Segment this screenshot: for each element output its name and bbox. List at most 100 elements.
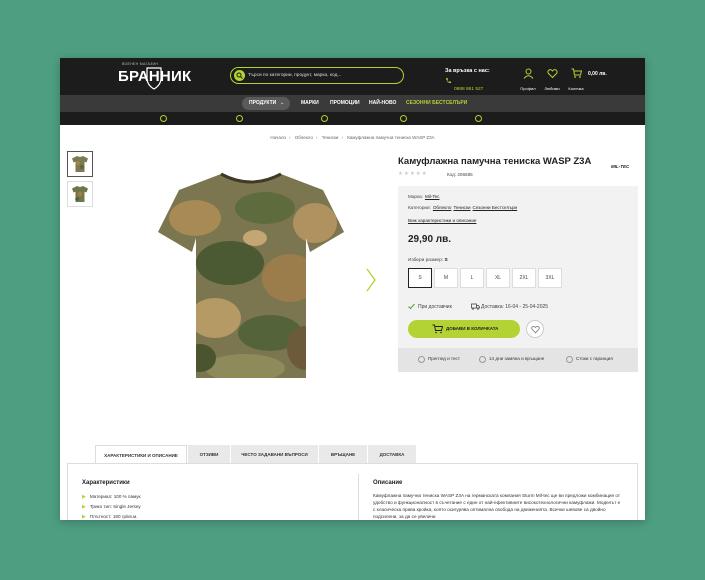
- product-thumbnail-1[interactable]: [67, 151, 93, 177]
- description-heading: Описание: [373, 480, 403, 486]
- user-icon: [523, 68, 533, 79]
- tab-faq[interactable]: ЧЕСТО ЗАДАВАНИ ВЪПРОСИ: [231, 445, 318, 464]
- nav-newest[interactable]: НАЙ-НОВО: [369, 100, 396, 106]
- product-perk-warranty: Стоки с гаранция: [566, 356, 613, 363]
- product-main-image[interactable]: [155, 168, 347, 382]
- breadcrumb-clothing[interactable]: Облекло: [295, 135, 313, 140]
- profile-label: Профил: [520, 86, 536, 91]
- cart-total: 0,00 лв.: [588, 71, 607, 77]
- size-option-3xl[interactable]: 3XL: [538, 268, 562, 288]
- heart-icon: [546, 69, 558, 79]
- characteristic-row: ▶ Плътност: 180 гр/кв.м.: [82, 514, 138, 520]
- product-code: Код: 206585: [447, 172, 473, 177]
- brand-logo[interactable]: MIL-TEC: [611, 164, 629, 169]
- size-option-xl[interactable]: XL: [486, 268, 510, 288]
- size-option-s[interactable]: S: [408, 268, 432, 288]
- breadcrumb: Начало › Облекло › Тениски › Камуфлажна пам…: [270, 135, 435, 140]
- eye-icon: [418, 356, 425, 363]
- product-title: Камуфлажна памучна тениска WASP Z3A: [398, 156, 592, 167]
- perk-clients: 100 000 + доволни клиенти: [475, 115, 539, 133]
- nav-promotions[interactable]: ПРОМОЦИИ: [330, 100, 360, 106]
- favorites-label: Любими: [544, 86, 560, 91]
- categories-row: Категории: Облекло Тениски Сезонни Бестселъ…: [408, 205, 518, 210]
- breadcrumb-home[interactable]: Начало: [270, 135, 286, 140]
- tshirt-thumbnail-icon: [72, 156, 88, 172]
- product-perk-returns: 14 дни замяна и връщане: [479, 356, 544, 363]
- nav-products[interactable]: ПРОДУКТИ ⌄: [242, 97, 290, 110]
- category-link-tshirts[interactable]: Тениски: [453, 205, 470, 210]
- rating-stars[interactable]: ★★★★★: [398, 171, 428, 177]
- search-icon[interactable]: [234, 70, 245, 81]
- product-info-box: Марка: Mil-Tec Категории: Облекло Тениски Се…: [398, 186, 638, 348]
- perk-inspection: Преглед и тест: [160, 115, 200, 133]
- shield-emblem-icon: [146, 67, 162, 90]
- stock-status: При доставчик: [408, 303, 452, 310]
- perks-strip: Преглед и тест Експресна доставка Замяна…: [60, 112, 645, 129]
- size-option-2xl[interactable]: 2XL: [512, 268, 536, 288]
- tab-characteristics[interactable]: ХАРАКТЕРИСТИКИ И ОПИСАНИЕ: [95, 445, 187, 464]
- characteristics-heading: Характеристики: [82, 480, 130, 486]
- add-to-cart-button[interactable]: ДОБАВИ В КОЛИЧКАТА: [408, 320, 520, 338]
- specs-link[interactable]: Виж характеристики и описание: [408, 218, 476, 223]
- perk-warranty: Стоки с гаранция: [400, 115, 444, 133]
- product-thumbnail-2[interactable]: [67, 181, 93, 207]
- shield-icon: [566, 356, 573, 363]
- bullet-icon: ▶: [82, 514, 86, 520]
- tshirt-back-thumbnail-icon: [72, 186, 88, 202]
- breadcrumb-current: Камуфлажна памучна тениска WASP Z3A: [347, 135, 435, 140]
- cart-label: Количка: [568, 86, 584, 91]
- characteristic-row: ▶ Материал: 100 % памук: [82, 494, 141, 500]
- phone-icon: [446, 78, 451, 84]
- profile-button[interactable]: Профил: [517, 66, 539, 91]
- return-icon: [321, 115, 328, 122]
- description-text: Камуфлажна памучна тениска WASP Z3A на г…: [373, 493, 621, 519]
- perk-express-delivery: Експресна доставка: [236, 115, 286, 133]
- brand-link[interactable]: Mil-Tec: [425, 194, 440, 199]
- selected-size: S: [444, 258, 448, 263]
- breadcrumb-tshirts[interactable]: Тениски: [322, 135, 339, 140]
- perk-returns: Замяна и връщане: [321, 115, 369, 133]
- product-price: 29,90 лв.: [408, 234, 452, 245]
- cart-icon: [432, 324, 443, 334]
- main-nav: ПРОДУКТИ ⌄ МАРКИ ПРОМОЦИИ НАЙ-НОВО СЕЗОН…: [60, 95, 645, 112]
- site-logo[interactable]: ВОЕНЕН МАГАЗИН БРАННИК: [118, 62, 192, 92]
- contact-phone[interactable]: 0888 861 527: [445, 77, 483, 95]
- contact-label: За връзка с нас:: [445, 68, 490, 74]
- favorites-button[interactable]: Любими: [541, 66, 563, 91]
- nav-brands[interactable]: МАРКИ: [301, 100, 319, 106]
- return-icon: [479, 356, 486, 363]
- brand-row: Марка: Mil-Tec: [408, 194, 440, 199]
- check-icon: [408, 303, 415, 310]
- tab-delivery[interactable]: ДОСТАВКА: [368, 445, 416, 464]
- bullet-icon: ▶: [82, 504, 86, 510]
- size-label: Избери размер: S: [408, 258, 448, 263]
- users-icon: [475, 115, 482, 122]
- tab-reviews[interactable]: ОТЗИВИ: [188, 445, 230, 464]
- product-perk-inspection: Преглед и тест: [418, 356, 460, 363]
- search-input[interactable]: [248, 70, 398, 81]
- size-option-m[interactable]: M: [434, 268, 458, 288]
- characteristic-row: ▶ Трико тип: Single Jersey: [82, 504, 141, 510]
- next-image-arrow-icon[interactable]: [366, 268, 376, 292]
- heart-icon: [531, 325, 540, 334]
- cart-button[interactable]: Количка: [565, 66, 587, 91]
- nav-seasonal-bestsellers[interactable]: СЕЗОННИ БЕСТСЕЛЪРИ: [406, 100, 467, 106]
- shield-icon: [400, 115, 407, 122]
- bullet-icon: ▶: [82, 494, 86, 500]
- browser-page: ВОЕНЕН МАГАЗИН БРАННИК За връзка с нас: …: [60, 58, 645, 520]
- category-link-seasonal[interactable]: Сезонни Бестселъри: [473, 205, 518, 210]
- truck-icon: [236, 115, 243, 122]
- cart-icon: [571, 68, 582, 78]
- category-link-clothing[interactable]: Облекло: [433, 205, 452, 210]
- truck-icon: [471, 303, 480, 310]
- chevron-down-icon: ⌄: [280, 100, 285, 106]
- product-perks-bar: Преглед и тест 14 дни замяна и връщане С…: [398, 348, 638, 372]
- tab-returns[interactable]: ВРЪЩАНЕ: [319, 445, 367, 464]
- site-header: ВОЕНЕН МАГАЗИН БРАННИК За връзка с нас: …: [60, 58, 645, 95]
- search-bar: [230, 67, 404, 84]
- eye-icon: [160, 115, 167, 122]
- delivery-estimate: Доставка: 16-04 - 25-04-2025: [471, 303, 548, 310]
- add-to-favorites-button[interactable]: [526, 320, 544, 338]
- size-option-l[interactable]: L: [460, 268, 484, 288]
- panel-divider: [358, 474, 359, 520]
